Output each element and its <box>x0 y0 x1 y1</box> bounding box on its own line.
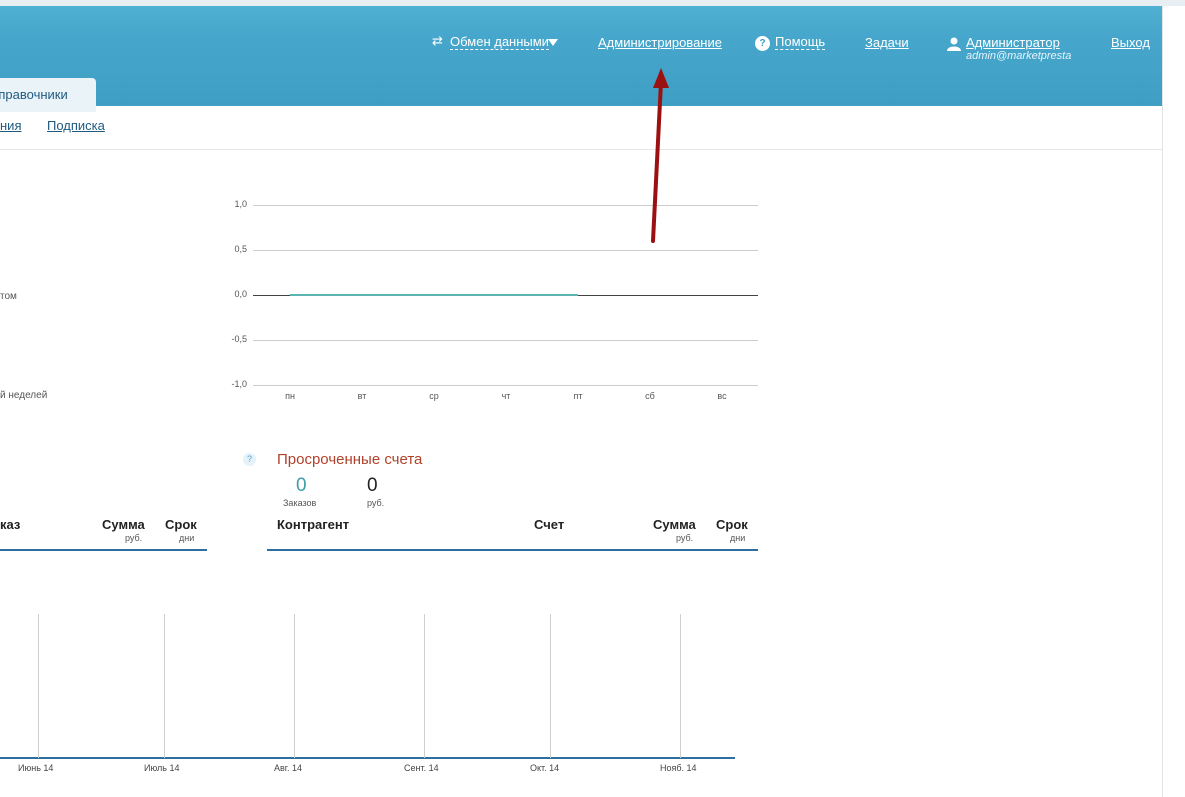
left-table-header-term-unit: дни <box>179 533 195 543</box>
monthly-chart-x-tick: Окт. 14 <box>530 763 560 773</box>
weekly-chart-series <box>290 294 578 296</box>
left-table-header-order: каз <box>0 517 21 532</box>
right-table-header-partner: Контрагент <box>277 517 350 532</box>
right-table-header-sum-unit: руб. <box>676 533 694 543</box>
overdue-sum-value: 0 <box>367 475 378 496</box>
left-table-header-rule <box>0 549 207 551</box>
annotation-arrow-icon <box>651 68 669 243</box>
right-table-header-sum: Сумма <box>653 517 696 532</box>
monthly-chart-baseline <box>0 757 735 759</box>
monthly-chart-x-tick: Авг. 14 <box>274 763 302 773</box>
monthly-chart-x-tick: Нояб. 14 <box>660 763 697 773</box>
question-help-icon[interactable]: ? <box>243 453 256 466</box>
monthly-chart-gridline <box>38 614 39 758</box>
left-table-header-sum-unit: руб. <box>125 533 143 543</box>
left-table-header-term: Срок <box>165 517 197 532</box>
monthly-chart-gridline <box>164 614 165 758</box>
monthly-chart-x-tick: Июнь 14 <box>18 763 54 773</box>
overdue-orders-label: Заказов <box>283 498 317 508</box>
monthly-chart-gridline <box>424 614 425 758</box>
monthly-chart-gridline <box>550 614 551 758</box>
monthly-chart-gridline <box>680 614 681 758</box>
right-table-header-term-unit: дни <box>730 533 746 543</box>
right-table-header-term: Срок <box>716 517 748 532</box>
overdue-invoices-title: Просроченные счета <box>277 451 423 468</box>
overdue-sum-label: руб. <box>367 498 385 508</box>
monthly-chart-x-tick: Июль 14 <box>144 763 180 773</box>
overdue-orders-count: 0 <box>296 475 307 496</box>
monthly-chart-x-tick: Сент. 14 <box>404 763 439 773</box>
left-table-header-sum: Сумма <box>102 517 145 532</box>
right-table-header-invoice: Счет <box>534 517 565 532</box>
right-table-header-rule <box>267 549 758 551</box>
monthly-chart-gridline <box>294 614 295 758</box>
